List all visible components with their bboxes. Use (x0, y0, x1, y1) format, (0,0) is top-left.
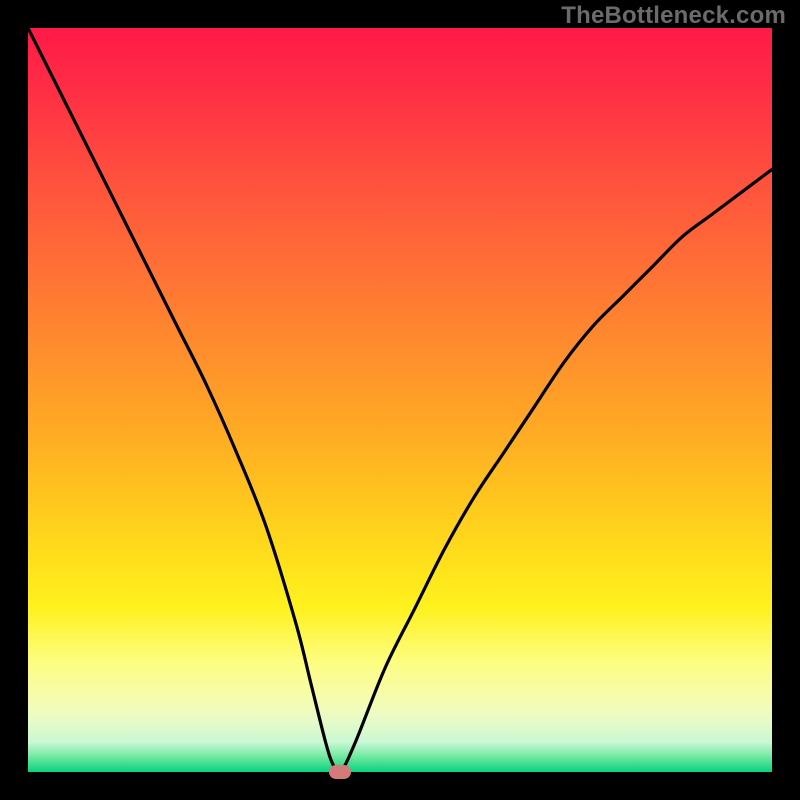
watermark-text: TheBottleneck.com (561, 2, 786, 30)
curve-svg (28, 28, 772, 772)
minimum-marker (329, 765, 351, 779)
plot-area (28, 28, 772, 772)
bottleneck-curve (28, 28, 772, 772)
chart-frame: TheBottleneck.com (0, 0, 800, 800)
